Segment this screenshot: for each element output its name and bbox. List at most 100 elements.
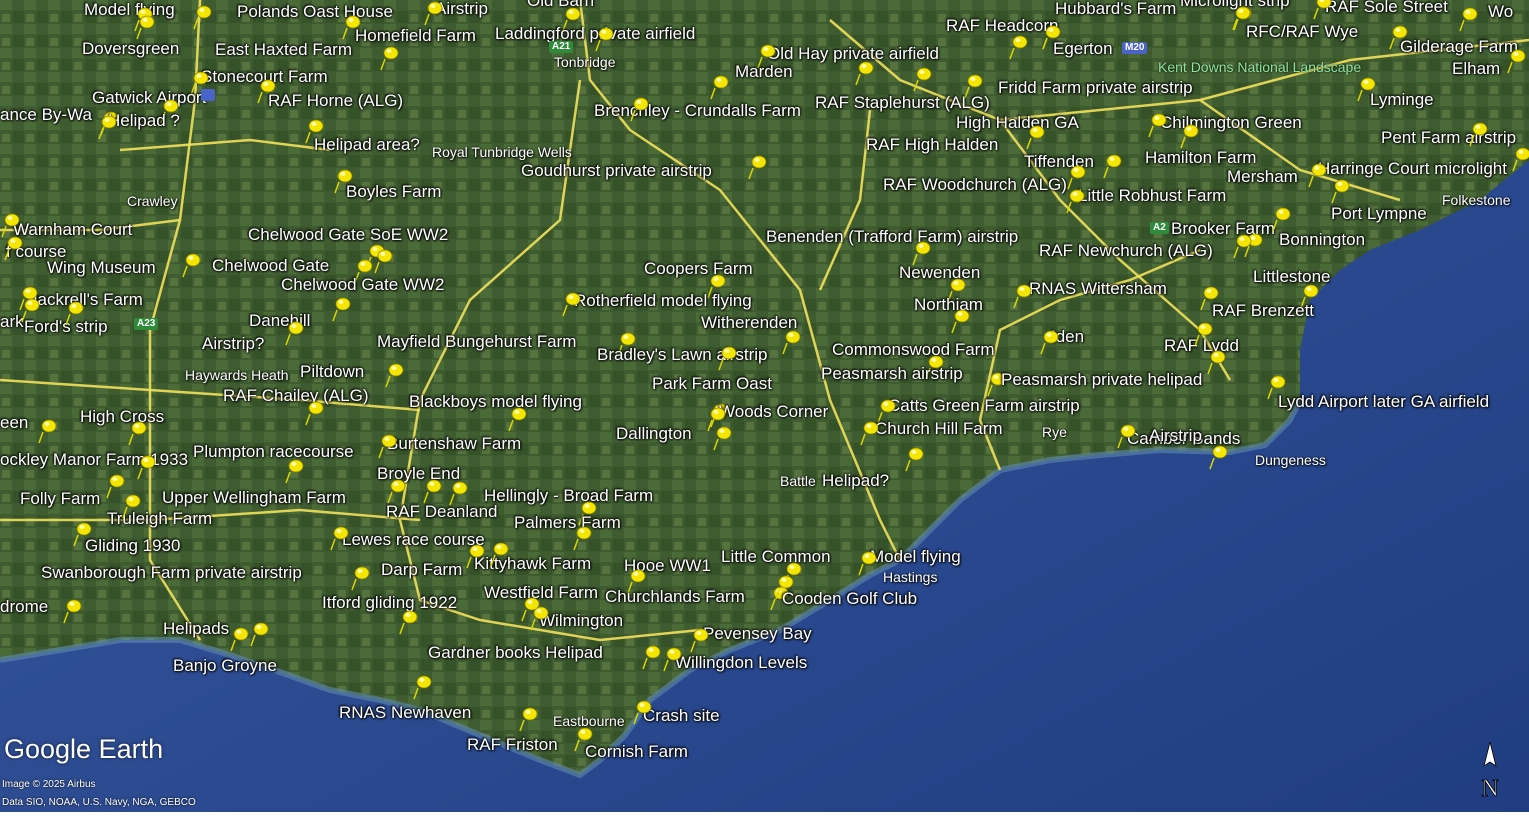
place-label[interactable]: Brenchley - Crundalls Farm bbox=[594, 102, 801, 119]
pushpin-icon[interactable] bbox=[3, 235, 25, 261]
pushpin-icon[interactable] bbox=[1008, 34, 1030, 60]
pushpin-icon[interactable] bbox=[377, 433, 399, 459]
pushpin-icon[interactable] bbox=[854, 60, 876, 86]
place-label[interactable]: Wo bbox=[1488, 3, 1513, 20]
pushpin-icon[interactable] bbox=[712, 425, 734, 451]
place-label[interactable]: RAF Chailey (ALG) bbox=[223, 387, 368, 404]
pushpin-icon[interactable] bbox=[573, 726, 595, 752]
pushpin-icon[interactable] bbox=[529, 605, 551, 631]
pushpin-icon[interactable] bbox=[1206, 349, 1228, 375]
place-label[interactable]: Model flying bbox=[84, 1, 175, 18]
satellite-map[interactable]: Model flying Polands Oast House Airstrip Ol… bbox=[0, 0, 1529, 812]
pushpin-icon[interactable] bbox=[629, 96, 651, 122]
pushpin-icon[interactable] bbox=[1307, 162, 1329, 188]
pushpin-icon[interactable] bbox=[1147, 112, 1169, 138]
place-label[interactable]: Church Hill Farm bbox=[875, 420, 1003, 437]
place-label[interactable]: Chelwood Gate bbox=[212, 257, 329, 274]
place-label[interactable]: Plumpton racecourse bbox=[193, 443, 354, 460]
place-label[interactable]: Wing Museum bbox=[47, 259, 156, 276]
pushpin-icon[interactable] bbox=[1330, 178, 1352, 204]
place-label[interactable]: Elham bbox=[1452, 60, 1500, 77]
pushpin-icon[interactable] bbox=[572, 525, 594, 551]
place-label[interactable]: Pent Farm airstrip bbox=[1381, 129, 1516, 146]
place-label[interactable]: Hamilton Farm bbox=[1145, 149, 1256, 166]
place-label[interactable]: Warnham Court bbox=[13, 221, 132, 238]
place-label[interactable]: Cornish Farm bbox=[585, 743, 688, 760]
pushpin-icon[interactable] bbox=[561, 291, 583, 317]
pushpin-icon[interactable] bbox=[329, 525, 351, 551]
place-label[interactable]: Willingdon Levels bbox=[675, 654, 807, 671]
pushpin-icon[interactable] bbox=[97, 114, 119, 140]
pushpin-icon[interactable] bbox=[641, 644, 663, 670]
place-label[interactable]: RAF Horne (ALG) bbox=[268, 92, 403, 109]
place-label[interactable]: Goudhurst private airstrip bbox=[521, 162, 712, 179]
pushpin-icon[interactable] bbox=[62, 598, 84, 624]
pushpin-icon[interactable] bbox=[304, 400, 326, 426]
place-label[interactable]: Wilmington bbox=[539, 612, 623, 629]
place-label[interactable]: Gilderage Farm bbox=[1400, 38, 1518, 55]
place-label[interactable]: Blackboys model flying bbox=[409, 393, 582, 410]
pushpin-icon[interactable] bbox=[1116, 423, 1138, 449]
pushpin-icon[interactable] bbox=[1266, 374, 1288, 400]
place-label[interactable]: Bradley's Lawn airstrip bbox=[597, 346, 767, 363]
pushpin-icon[interactable] bbox=[709, 74, 731, 100]
place-label[interactable]: drome bbox=[0, 598, 48, 615]
place-label[interactable]: Crash site bbox=[643, 707, 720, 724]
pushpin-icon[interactable] bbox=[284, 320, 306, 346]
place-label[interactable]: Cooden Golf Club bbox=[782, 590, 917, 607]
pushpin-icon[interactable] bbox=[350, 565, 372, 591]
pushpin-icon[interactable] bbox=[72, 521, 94, 547]
place-label[interactable]: Woods Corner bbox=[719, 403, 828, 420]
pushpin-icon[interactable] bbox=[422, 478, 444, 504]
place-label[interactable]: Dallington bbox=[616, 425, 692, 442]
place-label[interactable]: Commonswood Farm bbox=[832, 341, 995, 358]
pushpin-icon[interactable] bbox=[1041, 24, 1063, 50]
pushpin-icon[interactable] bbox=[774, 574, 796, 600]
place-label[interactable]: Lydd Airport later GA airfield bbox=[1278, 393, 1489, 410]
place-label[interactable]: Little Robhust Farm bbox=[1078, 187, 1226, 204]
place-label[interactable]: RNAS Newhaven bbox=[339, 704, 471, 721]
place-label[interactable]: RNAS Wittersham bbox=[1029, 280, 1167, 297]
place-label[interactable]: RAF Friston bbox=[467, 736, 558, 753]
place-label[interactable]: Boyles Farm bbox=[346, 183, 441, 200]
pushpin-icon[interactable] bbox=[1025, 124, 1047, 150]
place-label[interactable]: Piltdown bbox=[300, 363, 364, 380]
pushpin-icon[interactable] bbox=[489, 541, 511, 567]
pushpin-icon[interactable] bbox=[1039, 329, 1061, 355]
place-label[interactable]: Lewes race course bbox=[342, 531, 485, 548]
pushpin-icon[interactable] bbox=[1179, 123, 1201, 149]
pushpin-icon[interactable] bbox=[181, 252, 203, 278]
pushpin-icon[interactable] bbox=[1388, 24, 1410, 50]
place-label[interactable]: ance By-Wa bbox=[0, 106, 92, 123]
place-label[interactable]: Rotherfield model flying bbox=[574, 292, 752, 309]
pushpin-icon[interactable] bbox=[64, 300, 86, 326]
place-label[interactable]: Marden bbox=[735, 63, 793, 80]
place-label[interactable]: Palmers Farm bbox=[514, 514, 621, 531]
place-label[interactable]: Port Lympne bbox=[1331, 205, 1427, 222]
pushpin-icon[interactable] bbox=[632, 699, 654, 725]
pushpin-icon[interactable] bbox=[507, 406, 529, 432]
place-label[interactable]: Gliding 1930 bbox=[85, 537, 180, 554]
pushpin-icon[interactable] bbox=[135, 14, 157, 40]
pushpin-icon[interactable] bbox=[1208, 444, 1230, 470]
place-label[interactable]: RAF Sole Street bbox=[1325, 0, 1448, 15]
pushpin-icon[interactable] bbox=[1231, 5, 1253, 31]
pushpin-icon[interactable] bbox=[781, 329, 803, 355]
pushpin-icon[interactable] bbox=[379, 45, 401, 71]
pushpin-icon[interactable] bbox=[859, 420, 881, 446]
place-label[interactable]: RAF Deanland bbox=[386, 503, 498, 520]
pushpin-icon[interactable] bbox=[1356, 76, 1378, 102]
pushpin-icon[interactable] bbox=[1511, 146, 1529, 172]
pushpin-icon[interactable] bbox=[857, 550, 879, 576]
place-label[interactable]: Helipads bbox=[163, 620, 229, 637]
place-label[interactable]: Harringe Court microlight bbox=[1318, 160, 1507, 177]
place-label[interactable]: Swanborough Farm private airstrip bbox=[41, 564, 302, 581]
pushpin-icon[interactable] bbox=[333, 168, 355, 194]
place-label[interactable]: een bbox=[0, 414, 28, 431]
place-label[interactable]: Helipad? bbox=[822, 472, 889, 489]
place-label[interactable]: Hubbard's Farm bbox=[1055, 0, 1176, 17]
place-label[interactable]: Pevensey Bay bbox=[703, 625, 812, 642]
pushpin-icon[interactable] bbox=[386, 478, 408, 504]
place-label[interactable]: RAF Brenzett bbox=[1212, 302, 1314, 319]
pushpin-icon[interactable] bbox=[384, 362, 406, 388]
